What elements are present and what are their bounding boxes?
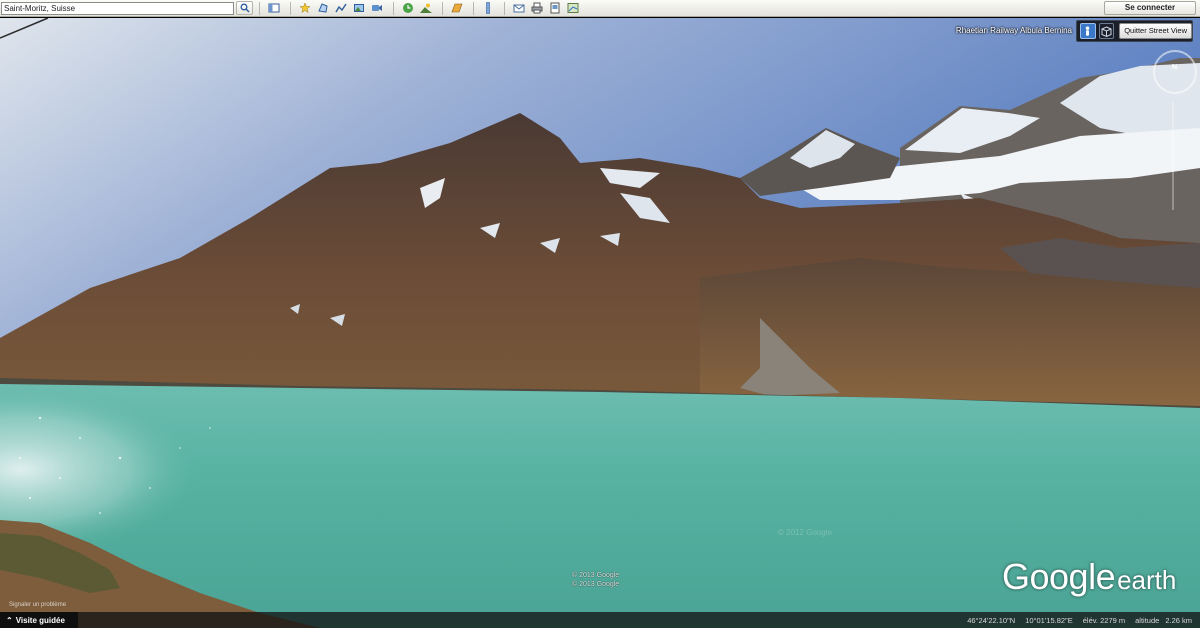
sidebar-button[interactable]: [266, 1, 282, 15]
ruler-button[interactable]: [480, 1, 496, 15]
street-view-location-label: Rhaetian Railway Albula Bernina: [955, 26, 1072, 35]
toolbar-separator: [504, 1, 505, 15]
search-input[interactable]: [1, 1, 234, 15]
exit-street-view-button[interactable]: Quitter Street View: [1119, 23, 1192, 39]
chevron-up-icon: ⌃: [6, 615, 13, 625]
toolbar-separator: [473, 1, 474, 15]
navigation-compass[interactable]: N: [1153, 50, 1197, 94]
historical-imagery-icon: [403, 3, 413, 13]
status-bar: 46°24'22.10"N 10°01'15.82"E élév. 2279 m…: [78, 612, 1200, 628]
north-indicator: N: [1172, 64, 1178, 71]
path-icon: [335, 3, 347, 13]
toolbar-separator: [259, 1, 260, 15]
add-polygon-button[interactable]: [315, 1, 331, 15]
google-maps-button[interactable]: [565, 1, 581, 15]
toolbar-separator: [442, 1, 443, 15]
image-overlay-icon: [354, 4, 364, 12]
placemark-icon: [299, 2, 311, 14]
pegman-icon: [1086, 26, 1090, 36]
altitude-readout: 2.26 km: [1165, 615, 1192, 625]
toolbar-separator: [290, 1, 291, 15]
sunlight-button[interactable]: [418, 1, 434, 15]
print-button[interactable]: [529, 1, 545, 15]
email-button[interactable]: [511, 1, 527, 15]
save-image-icon: [550, 2, 560, 14]
altitude-label: altitude: [1135, 615, 1160, 625]
toolbar-separator: [393, 1, 394, 15]
sidebar-icon: [268, 3, 280, 13]
tour-guide-button[interactable]: ⌃ Visite guidée: [0, 612, 78, 628]
add-image-overlay-button[interactable]: [351, 1, 367, 15]
switch-to-sky-icon: [451, 3, 463, 13]
save-image-button[interactable]: [547, 1, 563, 15]
maps-icon: [567, 3, 579, 13]
street-view-scene[interactable]: Rhaetian Railway Albula Bernina Quitter …: [0, 18, 1200, 628]
longitude-readout: 10°01'15.82"E: [1025, 615, 1073, 625]
zoom-slider[interactable]: [1172, 102, 1174, 210]
toolbar: Se connecter: [0, 0, 1200, 17]
imagery-watermark: © 2012 Google: [778, 528, 832, 537]
ruler-icon: [486, 2, 490, 14]
elevation-readout: élév. 2279 m: [1082, 615, 1126, 625]
tour-guide-label: Visite guidée: [15, 615, 65, 625]
historical-imagery-button[interactable]: [400, 1, 416, 15]
search-button[interactable]: [236, 1, 253, 15]
latitude-readout: 46°24'22.10"N: [967, 615, 1016, 625]
logo-earth-text: earth: [1117, 565, 1177, 595]
logo-google-text: Google: [1002, 556, 1116, 597]
print-icon: [531, 2, 543, 14]
copyright-text: © 2013 Google: [572, 572, 620, 579]
street-view-controls: Quitter Street View: [1076, 20, 1193, 42]
record-tour-button[interactable]: [369, 1, 385, 15]
record-tour-icon: [372, 5, 382, 11]
panorama-image: [0, 18, 1200, 628]
google-earth-logo: Googleearth: [1002, 556, 1176, 598]
report-problem-link[interactable]: Signaler un problème: [9, 602, 66, 608]
cube-icon: [1101, 25, 1112, 37]
sign-in-button[interactable]: Se connecter: [1104, 1, 1196, 15]
pegman-mode-button[interactable]: [1080, 23, 1096, 39]
sunlight-icon: [420, 3, 432, 13]
ground-level-mode-button[interactable]: [1098, 23, 1115, 39]
email-icon: [513, 4, 525, 13]
magnifier-icon: [240, 3, 250, 13]
add-path-button[interactable]: [333, 1, 349, 15]
switch-sky-button[interactable]: [449, 1, 465, 15]
polygon-icon: [318, 3, 328, 13]
add-placemark-button[interactable]: [297, 1, 313, 15]
copyright-text: © 2013 Google: [572, 581, 620, 588]
